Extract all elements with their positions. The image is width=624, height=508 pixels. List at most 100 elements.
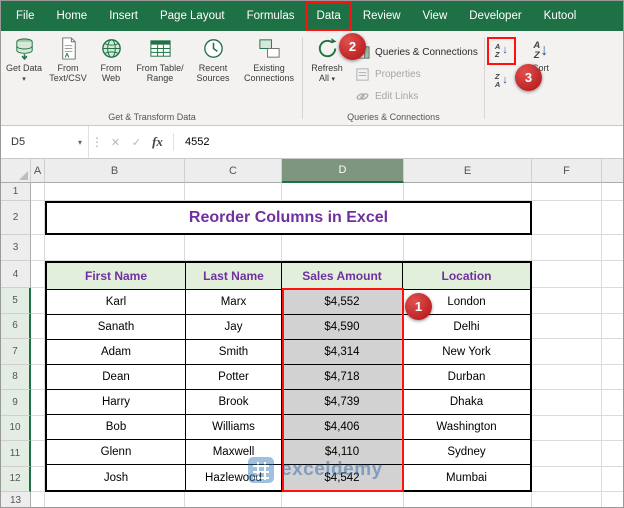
- sort-ascending-button[interactable]: AZ ↓: [486, 37, 516, 65]
- col-header-C[interactable]: C: [185, 159, 282, 183]
- cell-F9[interactable]: [532, 390, 602, 416]
- col-header-partial[interactable]: [602, 159, 623, 183]
- cell-F8[interactable]: [532, 364, 602, 390]
- cell-B3[interactable]: [45, 235, 185, 261]
- cell-x13[interactable]: [602, 492, 623, 507]
- row-header-1[interactable]: 1: [1, 183, 31, 201]
- tab-page-layout[interactable]: Page Layout: [149, 1, 236, 31]
- table-cell[interactable]: Jay: [186, 315, 282, 339]
- cell-A5[interactable]: [31, 288, 45, 314]
- cell-x1[interactable]: [602, 183, 623, 201]
- table-cell[interactable]: $4,739: [282, 390, 403, 414]
- table-cell[interactable]: Potter: [186, 365, 282, 389]
- table-cell[interactable]: Smith: [186, 340, 282, 364]
- cell-F2[interactable]: [532, 201, 602, 235]
- cell-F13[interactable]: [532, 492, 602, 507]
- table-cell[interactable]: Maxwell: [186, 440, 282, 464]
- cell-x10[interactable]: [602, 415, 623, 441]
- cell-x7[interactable]: [602, 339, 623, 365]
- insert-function-button[interactable]: fx: [147, 126, 168, 158]
- enter-button[interactable]: ✓: [126, 126, 147, 158]
- cell-D3[interactable]: [282, 235, 404, 261]
- table-cell[interactable]: Glenn: [47, 440, 186, 464]
- cell-F12[interactable]: [532, 466, 602, 492]
- row-header-9[interactable]: 9: [1, 390, 31, 416]
- cell-C13[interactable]: [185, 492, 282, 507]
- row-header-11[interactable]: 11: [1, 441, 31, 467]
- cell-x5[interactable]: [602, 288, 623, 314]
- table-cell[interactable]: Dean: [47, 365, 186, 389]
- refresh-all-button[interactable]: Refresh All ▾: [304, 33, 350, 84]
- cancel-button[interactable]: ✕: [105, 126, 126, 158]
- cell-x2[interactable]: [602, 201, 623, 235]
- cell-C1[interactable]: [185, 183, 282, 201]
- cell-A12[interactable]: [31, 466, 45, 492]
- table-cell[interactable]: $4,406: [282, 415, 403, 439]
- table-cell[interactable]: Hazlewood: [186, 465, 282, 490]
- cell-A6[interactable]: [31, 313, 45, 339]
- table-header-sales-amount[interactable]: Sales Amount: [282, 263, 403, 289]
- table-cell[interactable]: $4,552: [282, 290, 403, 314]
- row-header-2[interactable]: 2: [1, 201, 31, 235]
- cell-F10[interactable]: [532, 415, 602, 441]
- row-header-5[interactable]: 5: [1, 288, 31, 314]
- tab-home[interactable]: Home: [46, 1, 99, 31]
- row-header-12[interactable]: 12: [1, 466, 31, 492]
- from-text-csv-button[interactable]: A From Text/CSV: [45, 33, 91, 84]
- formula-input[interactable]: 4552: [179, 126, 209, 158]
- tab-file[interactable]: File: [5, 1, 46, 31]
- existing-connections-button[interactable]: Existing Connections: [237, 33, 301, 84]
- table-cell[interactable]: Delhi: [403, 315, 530, 339]
- table-cell[interactable]: Marx: [186, 290, 282, 314]
- cell-A9[interactable]: [31, 390, 45, 416]
- cell-C3[interactable]: [185, 235, 282, 261]
- cell-F7[interactable]: [532, 339, 602, 365]
- row-header-10[interactable]: 10: [1, 415, 31, 441]
- cell-B13[interactable]: [45, 492, 185, 507]
- table-cell[interactable]: Bob: [47, 415, 186, 439]
- cell-A8[interactable]: [31, 364, 45, 390]
- table-cell[interactable]: Sydney: [403, 440, 530, 464]
- name-box-caret-icon[interactable]: ▾: [78, 138, 82, 147]
- table-cell[interactable]: New York: [403, 340, 530, 364]
- cell-F11[interactable]: [532, 441, 602, 467]
- table-cell[interactable]: Harry: [47, 390, 186, 414]
- table-cell[interactable]: $4,590: [282, 315, 403, 339]
- tab-formulas[interactable]: Formulas: [236, 1, 306, 31]
- cell-E3[interactable]: [404, 235, 532, 261]
- cell-A4[interactable]: [31, 261, 45, 288]
- cell-A7[interactable]: [31, 339, 45, 365]
- cell-E1[interactable]: [404, 183, 532, 201]
- table-cell[interactable]: Adam: [47, 340, 186, 364]
- cell-x8[interactable]: [602, 364, 623, 390]
- col-header-D[interactable]: D: [282, 159, 404, 183]
- cell-A10[interactable]: [31, 415, 45, 441]
- cell-x6[interactable]: [602, 313, 623, 339]
- cell-E13[interactable]: [404, 492, 532, 507]
- tab-data[interactable]: Data: [306, 1, 352, 31]
- table-cell[interactable]: $4,542: [282, 465, 403, 490]
- cell-F3[interactable]: [532, 235, 602, 261]
- cell-B1[interactable]: [45, 183, 185, 201]
- cell-F4[interactable]: [532, 261, 602, 288]
- tab-review[interactable]: Review: [352, 1, 412, 31]
- cell-x12[interactable]: [602, 466, 623, 492]
- table-cell[interactable]: Durban: [403, 365, 530, 389]
- from-web-button[interactable]: From Web: [91, 33, 131, 84]
- table-header-location[interactable]: Location: [403, 263, 530, 289]
- col-header-A[interactable]: A: [31, 159, 45, 183]
- recent-sources-button[interactable]: Recent Sources: [189, 33, 237, 84]
- tab-view[interactable]: View: [412, 1, 459, 31]
- name-box[interactable]: D5 ▾: [1, 126, 89, 158]
- col-header-B[interactable]: B: [45, 159, 185, 183]
- cell-A3[interactable]: [31, 235, 45, 261]
- row-header-6[interactable]: 6: [1, 313, 31, 339]
- cell-F6[interactable]: [532, 313, 602, 339]
- row-header-8[interactable]: 8: [1, 364, 31, 390]
- from-table-range-button[interactable]: From Table/ Range: [131, 33, 189, 84]
- cell-x3[interactable]: [602, 235, 623, 261]
- row-header-7[interactable]: 7: [1, 339, 31, 365]
- cell-x9[interactable]: [602, 390, 623, 416]
- get-data-button[interactable]: Get Data ▾: [3, 33, 45, 84]
- row-header-13[interactable]: 13: [1, 492, 31, 507]
